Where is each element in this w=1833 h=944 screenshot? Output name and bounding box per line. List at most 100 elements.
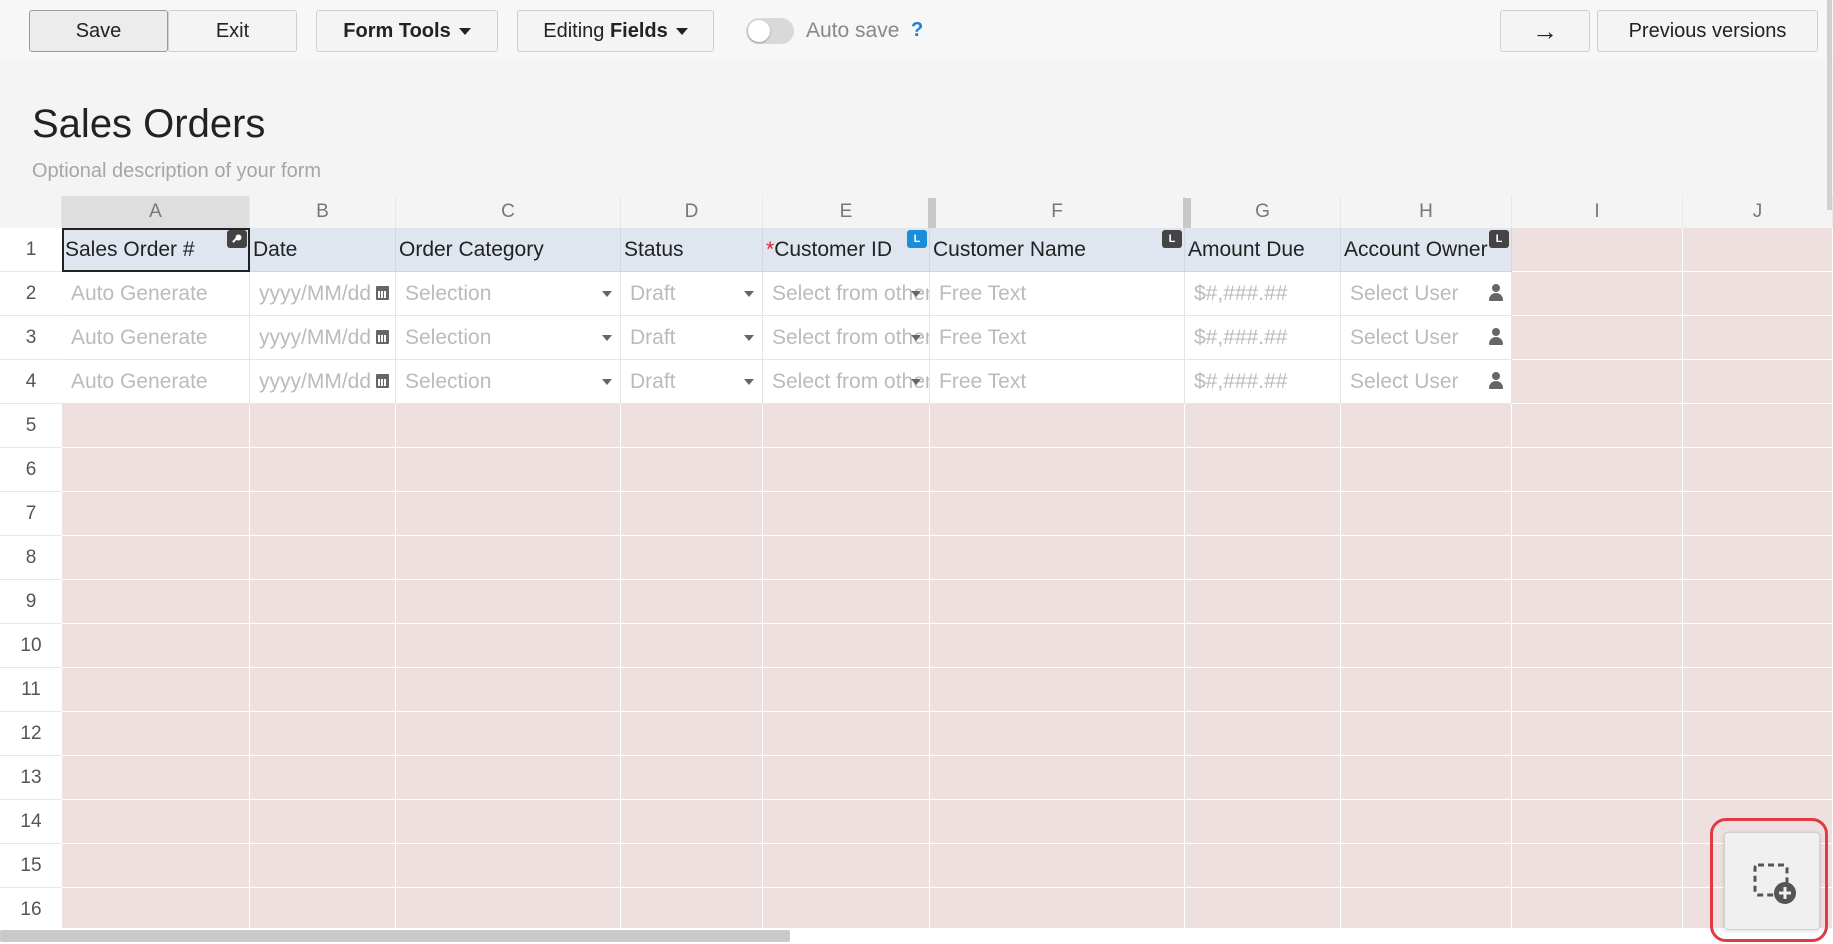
empty-cell[interactable]: [930, 756, 1185, 800]
dropdown-icon[interactable]: [911, 335, 921, 341]
column-header[interactable]: A: [62, 196, 250, 228]
empty-cell[interactable]: [62, 756, 250, 800]
empty-cell[interactable]: [62, 404, 250, 448]
empty-cell[interactable]: [1512, 404, 1683, 448]
empty-cell[interactable]: [1341, 668, 1512, 712]
empty-cell[interactable]: [1683, 712, 1833, 756]
empty-cell[interactable]: [763, 580, 930, 624]
link-badge-icon[interactable]: L: [1489, 230, 1509, 248]
link-badge-icon[interactable]: L: [1162, 230, 1182, 248]
empty-cell[interactable]: [930, 448, 1185, 492]
key-icon[interactable]: [227, 230, 247, 248]
column-header[interactable]: B: [250, 196, 396, 228]
empty-cell[interactable]: [1341, 888, 1512, 928]
field-input-cell[interactable]: Draft: [621, 272, 763, 316]
save-button[interactable]: Save: [29, 10, 168, 52]
row-header[interactable]: 3: [0, 316, 62, 360]
user-icon[interactable]: [1489, 284, 1503, 302]
empty-cell[interactable]: [250, 448, 396, 492]
empty-cell[interactable]: [1683, 580, 1833, 624]
field-input-cell[interactable]: Free Text: [930, 272, 1185, 316]
empty-cell[interactable]: [1341, 844, 1512, 888]
empty-cell[interactable]: [621, 404, 763, 448]
row-header[interactable]: 8: [0, 536, 62, 580]
dropdown-icon[interactable]: [602, 379, 612, 385]
column-header[interactable]: H: [1341, 196, 1512, 228]
field-header-cell[interactable]: Order Category: [396, 228, 621, 272]
empty-cell[interactable]: [1512, 668, 1683, 712]
empty-cell[interactable]: [1185, 844, 1341, 888]
empty-cell[interactable]: [1683, 228, 1833, 272]
empty-cell[interactable]: [1683, 448, 1833, 492]
field-input-cell[interactable]: Free Text: [930, 316, 1185, 360]
column-header[interactable]: G: [1185, 196, 1341, 228]
empty-cell[interactable]: [1683, 536, 1833, 580]
calendar-icon[interactable]: [376, 330, 389, 344]
dropdown-icon[interactable]: [911, 291, 921, 297]
field-input-cell[interactable]: yyyy/MM/dd: [250, 316, 396, 360]
row-header[interactable]: 7: [0, 492, 62, 536]
empty-cell[interactable]: [621, 712, 763, 756]
empty-cell[interactable]: [621, 448, 763, 492]
field-input-cell[interactable]: Auto Generate: [62, 360, 250, 404]
empty-cell[interactable]: [930, 492, 1185, 536]
empty-cell[interactable]: [1683, 624, 1833, 668]
empty-cell[interactable]: [1512, 272, 1683, 316]
empty-cell[interactable]: [1341, 800, 1512, 844]
empty-cell[interactable]: [1341, 448, 1512, 492]
empty-cell[interactable]: [1185, 492, 1341, 536]
empty-cell[interactable]: [62, 492, 250, 536]
empty-cell[interactable]: [250, 800, 396, 844]
field-input-cell[interactable]: $#,###.##: [1185, 272, 1341, 316]
empty-cell[interactable]: [621, 492, 763, 536]
empty-cell[interactable]: [1512, 360, 1683, 404]
row-header[interactable]: 5: [0, 404, 62, 448]
empty-cell[interactable]: [763, 404, 930, 448]
spreadsheet-grid[interactable]: A B C D E F G H I J 1 Sales Order # Date Order Catego…: [0, 196, 1833, 928]
empty-cell[interactable]: [763, 756, 930, 800]
dropdown-icon[interactable]: [744, 379, 754, 385]
empty-cell[interactable]: [396, 800, 621, 844]
field-header-cell[interactable]: * Customer ID L: [763, 228, 930, 272]
empty-cell[interactable]: [930, 668, 1185, 712]
empty-cell[interactable]: [396, 448, 621, 492]
field-input-cell[interactable]: Select User: [1341, 272, 1512, 316]
empty-cell[interactable]: [930, 712, 1185, 756]
empty-cell[interactable]: [1512, 712, 1683, 756]
empty-cell[interactable]: [1512, 580, 1683, 624]
empty-cell[interactable]: [250, 492, 396, 536]
field-input-cell[interactable]: Auto Generate: [62, 272, 250, 316]
horizontal-scrollbar[interactable]: [0, 930, 790, 942]
empty-cell[interactable]: [1341, 624, 1512, 668]
row-header[interactable]: 4: [0, 360, 62, 404]
empty-cell[interactable]: [1341, 712, 1512, 756]
empty-cell[interactable]: [396, 404, 621, 448]
empty-cell[interactable]: [1185, 448, 1341, 492]
empty-cell[interactable]: [62, 624, 250, 668]
row-header[interactable]: 2: [0, 272, 62, 316]
column-header[interactable]: D: [621, 196, 763, 228]
user-icon[interactable]: [1489, 372, 1503, 390]
empty-cell[interactable]: [250, 668, 396, 712]
empty-cell[interactable]: [396, 756, 621, 800]
vertical-scrollbar[interactable]: [1827, 0, 1832, 210]
empty-cell[interactable]: [1185, 624, 1341, 668]
empty-cell[interactable]: [1185, 536, 1341, 580]
empty-cell[interactable]: [1512, 448, 1683, 492]
empty-cell[interactable]: [930, 624, 1185, 668]
empty-cell[interactable]: [930, 580, 1185, 624]
empty-cell[interactable]: [396, 844, 621, 888]
empty-cell[interactable]: [621, 624, 763, 668]
field-input-cell[interactable]: Selection: [396, 316, 621, 360]
empty-cell[interactable]: [1185, 404, 1341, 448]
empty-cell[interactable]: [1512, 844, 1683, 888]
empty-cell[interactable]: [763, 448, 930, 492]
field-input-cell[interactable]: Select User: [1341, 316, 1512, 360]
field-input-cell[interactable]: Select User: [1341, 360, 1512, 404]
column-header[interactable]: C: [396, 196, 621, 228]
empty-cell[interactable]: [1683, 272, 1833, 316]
row-header[interactable]: 12: [0, 712, 62, 756]
empty-cell[interactable]: [62, 844, 250, 888]
link-badge-icon[interactable]: L: [907, 230, 927, 248]
empty-cell[interactable]: [1683, 492, 1833, 536]
